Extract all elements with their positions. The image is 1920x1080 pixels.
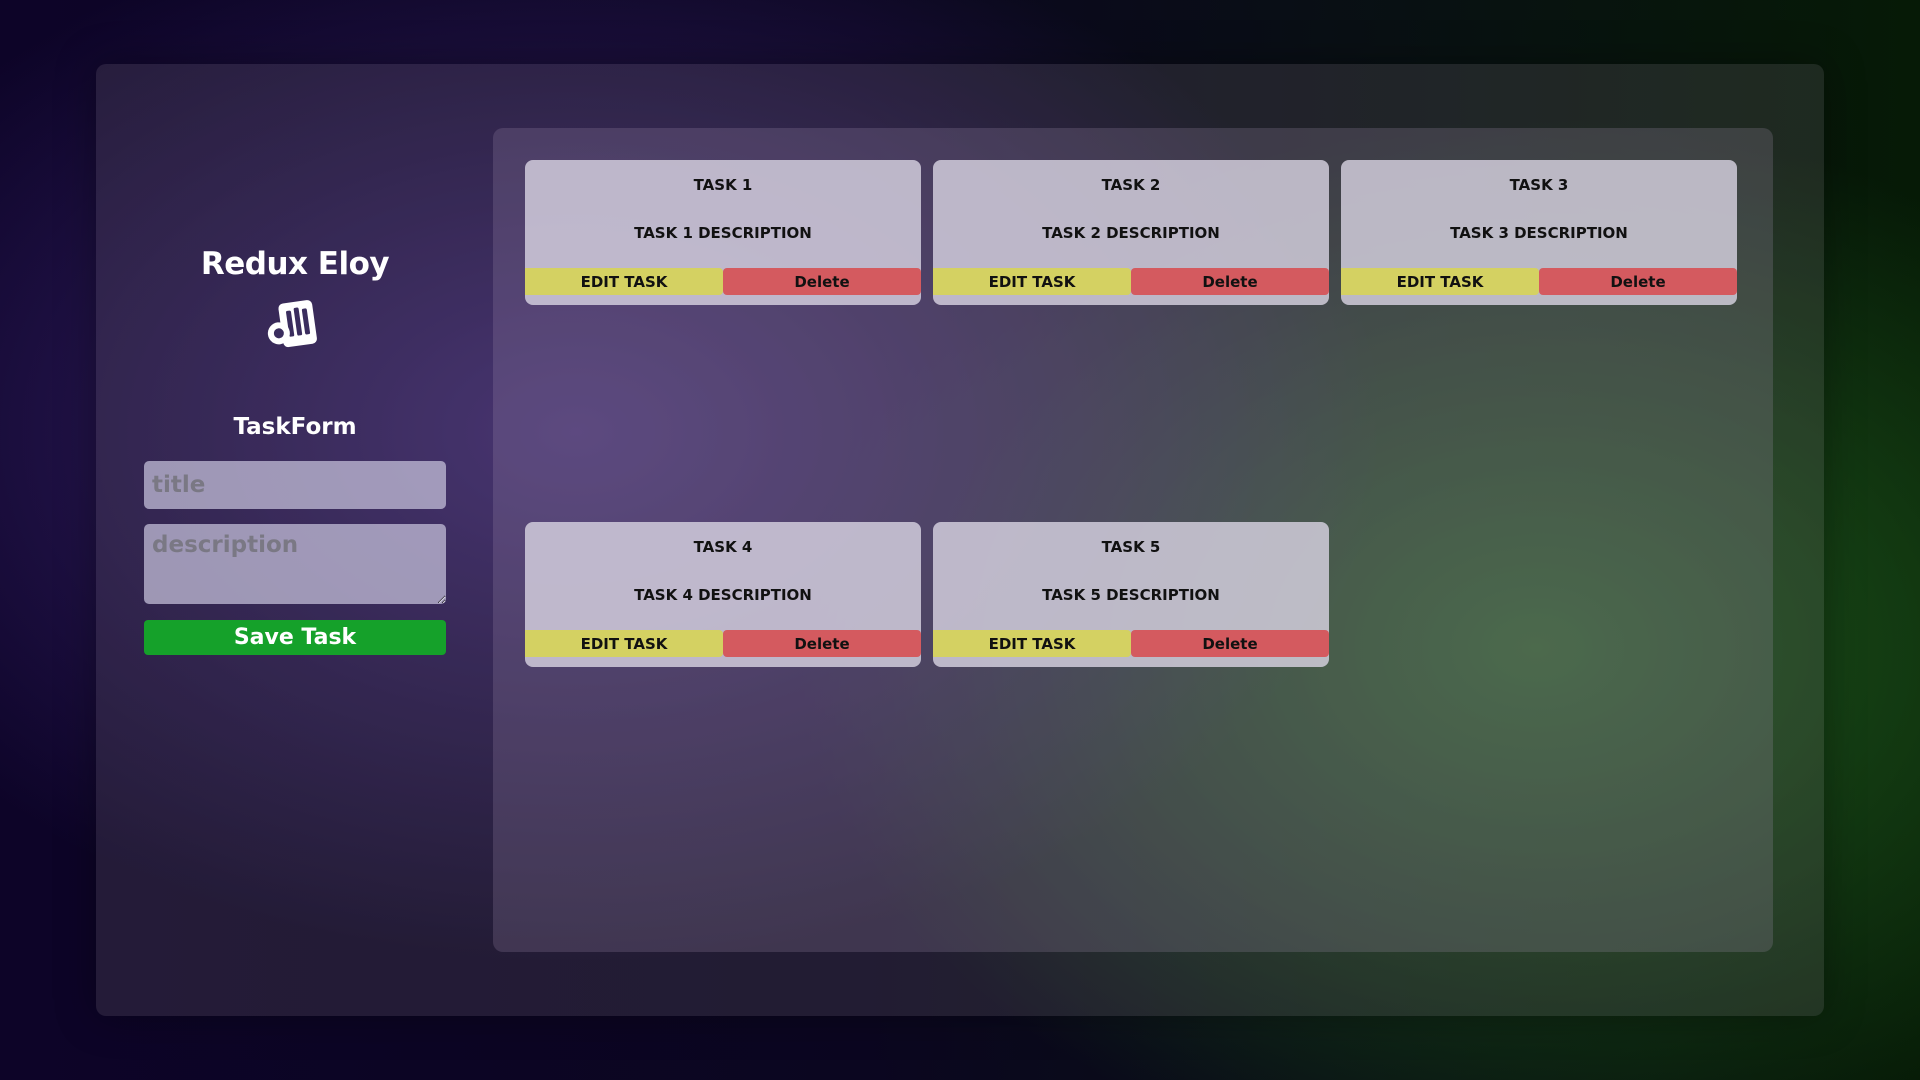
task-title: TASK 1 [693, 176, 753, 194]
description-input[interactable] [144, 524, 446, 604]
task-title: TASK 5 [1101, 538, 1161, 556]
task-title: TASK 2 [1101, 176, 1161, 194]
task-card: TASK 4 TASK 4 DESCRIPTION EDIT TASK Dele… [525, 522, 921, 667]
title-input[interactable] [144, 461, 446, 509]
task-actions: EDIT TASK Delete [525, 630, 921, 657]
edit-task-button[interactable]: EDIT TASK [525, 268, 723, 295]
task-title: TASK 3 [1509, 176, 1569, 194]
task-actions: EDIT TASK Delete [933, 630, 1329, 657]
task-actions: EDIT TASK Delete [1341, 268, 1737, 295]
delete-task-button[interactable]: Delete [723, 630, 921, 657]
delete-task-button[interactable]: Delete [1131, 630, 1329, 657]
redux-logo-icon [267, 300, 317, 348]
task-card: TASK 1 TASK 1 DESCRIPTION EDIT TASK Dele… [525, 160, 921, 305]
task-actions: EDIT TASK Delete [525, 268, 921, 295]
task-description: TASK 1 DESCRIPTION [634, 224, 812, 242]
brand-title: Redux Eloy [200, 246, 390, 282]
edit-task-button[interactable]: EDIT TASK [525, 630, 723, 657]
task-description: TASK 5 DESCRIPTION [1042, 586, 1220, 604]
sidebar: Redux Eloy TaskForm Save Task [144, 64, 446, 1016]
task-card: TASK 3 TASK 3 DESCRIPTION EDIT TASK Dele… [1341, 160, 1737, 305]
task-description: TASK 4 DESCRIPTION [634, 586, 812, 604]
save-task-button[interactable]: Save Task [144, 620, 446, 655]
edit-task-button[interactable]: EDIT TASK [933, 630, 1131, 657]
task-actions: EDIT TASK Delete [933, 268, 1329, 295]
delete-task-button[interactable]: Delete [1131, 268, 1329, 295]
delete-task-button[interactable]: Delete [1539, 268, 1737, 295]
task-card: TASK 5 TASK 5 DESCRIPTION EDIT TASK Dele… [933, 522, 1329, 667]
app-container: Redux Eloy TaskForm Save Task TASK 1 TAS… [96, 64, 1824, 1016]
form-title: TaskForm [233, 414, 357, 440]
task-board: TASK 1 TASK 1 DESCRIPTION EDIT TASK Dele… [493, 128, 1773, 952]
edit-task-button[interactable]: EDIT TASK [1341, 268, 1539, 295]
task-title: TASK 4 [693, 538, 753, 556]
task-card: TASK 2 TASK 2 DESCRIPTION EDIT TASK Dele… [933, 160, 1329, 305]
edit-task-button[interactable]: EDIT TASK [933, 268, 1131, 295]
delete-task-button[interactable]: Delete [723, 268, 921, 295]
task-description: TASK 2 DESCRIPTION [1042, 224, 1220, 242]
task-description: TASK 3 DESCRIPTION [1450, 224, 1628, 242]
